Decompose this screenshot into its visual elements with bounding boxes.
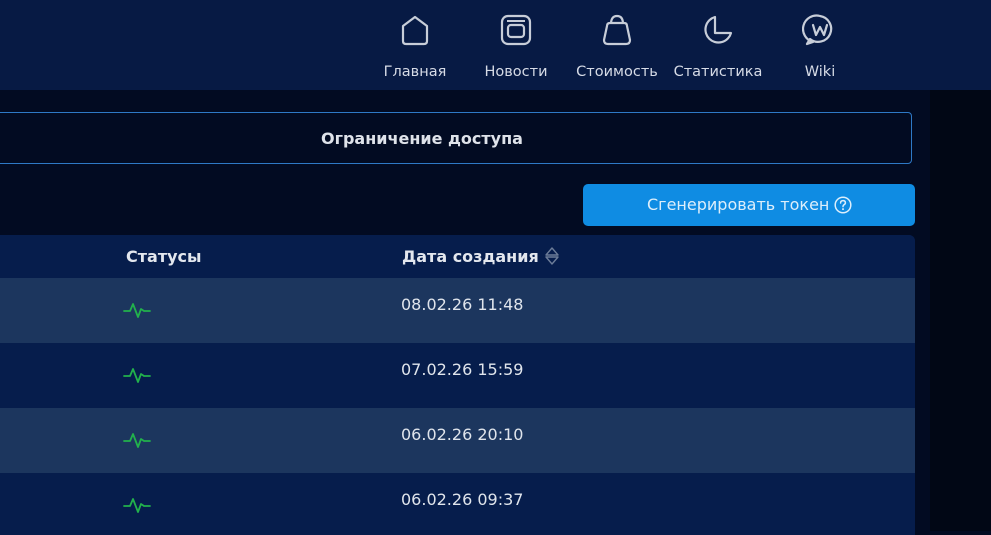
activity-pulse-icon [123, 299, 151, 321]
nav-item-home[interactable]: Главная [365, 0, 465, 90]
sort-icon[interactable] [544, 246, 560, 266]
tokens-table: Статусы Дата создания 08.02.26 11:48 07.… [0, 235, 915, 535]
table-header: Статусы Дата создания [0, 235, 915, 278]
table-row[interactable]: 07.02.26 15:59 [0, 343, 915, 408]
table-row[interactable]: 08.02.26 11:48 [0, 278, 915, 343]
nav-item-wiki[interactable]: Wiki [770, 0, 870, 90]
right-gutter [930, 90, 991, 531]
column-header-status: Статусы [126, 247, 202, 266]
home-icon [397, 12, 433, 48]
news-icon [498, 12, 534, 48]
column-header-created[interactable]: Дата создания [402, 235, 539, 278]
activity-pulse-icon [123, 364, 151, 386]
nav-label-pricing: Стоимость [576, 64, 658, 80]
nav-item-pricing[interactable]: Стоимость [567, 0, 667, 90]
generate-token-label: Сгенерировать токен [647, 195, 830, 214]
created-date: 08.02.26 11:48 [401, 295, 524, 314]
activity-pulse-icon [123, 429, 151, 451]
access-restriction-title: Ограничение доступа [321, 129, 523, 148]
created-date: 06.02.26 20:10 [401, 425, 524, 444]
nav-label-wiki: Wiki [804, 64, 836, 80]
help-circle-icon[interactable] [834, 196, 852, 214]
nav-label-stats: Статистика [673, 64, 763, 80]
pricing-bag-icon [599, 12, 635, 48]
top-navbar: Главная Новости Стоимость Статистика Wik… [0, 0, 991, 90]
nav-item-news[interactable]: Новости [466, 0, 566, 90]
created-date: 06.02.26 09:37 [401, 490, 524, 509]
created-date: 07.02.26 15:59 [401, 360, 524, 379]
table-row[interactable]: 06.02.26 20:10 [0, 408, 915, 473]
pie-chart-icon [700, 12, 736, 48]
activity-pulse-icon [123, 494, 151, 516]
access-restriction-panel[interactable]: Ограничение доступа [0, 112, 912, 164]
nav-label-home: Главная [383, 64, 447, 80]
table-row[interactable]: 06.02.26 09:37 [0, 473, 915, 535]
nav-item-stats[interactable]: Статистика [668, 0, 768, 90]
generate-token-button[interactable]: Сгенерировать токен [583, 184, 915, 226]
wiki-icon [802, 12, 838, 48]
nav-label-news: Новости [484, 64, 548, 80]
